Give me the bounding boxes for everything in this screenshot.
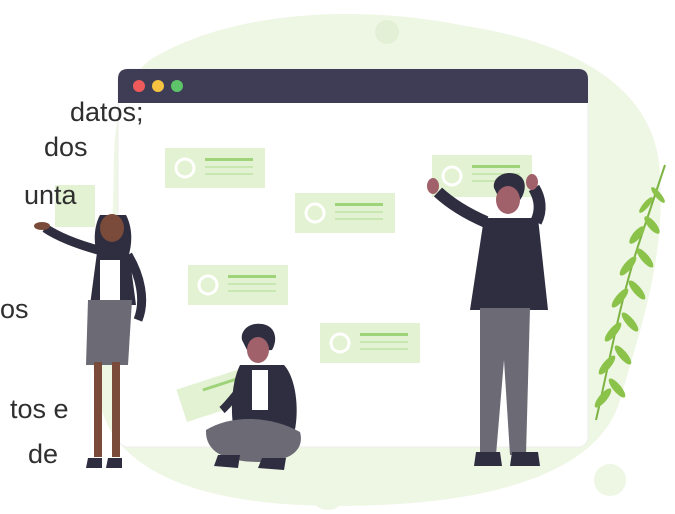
text-fragment-5: tos e (10, 394, 69, 424)
text-fragment-4: os (0, 294, 29, 324)
profile-card (320, 323, 420, 363)
text-fragment-1: datos; (70, 97, 144, 127)
profile-card (188, 265, 288, 305)
text-fragment-6: de (28, 439, 59, 469)
text-fragment-3: unta (24, 180, 77, 210)
maximize-dot-icon (171, 80, 183, 92)
minimize-dot-icon (152, 80, 164, 92)
slide-canvas: datos; dos unta os tos e de (0, 0, 675, 514)
close-dot-icon (133, 80, 145, 92)
profile-card (165, 148, 265, 188)
profile-card (295, 193, 395, 233)
text-fragment-2: dos (44, 132, 88, 162)
team-illustration (34, 14, 666, 510)
